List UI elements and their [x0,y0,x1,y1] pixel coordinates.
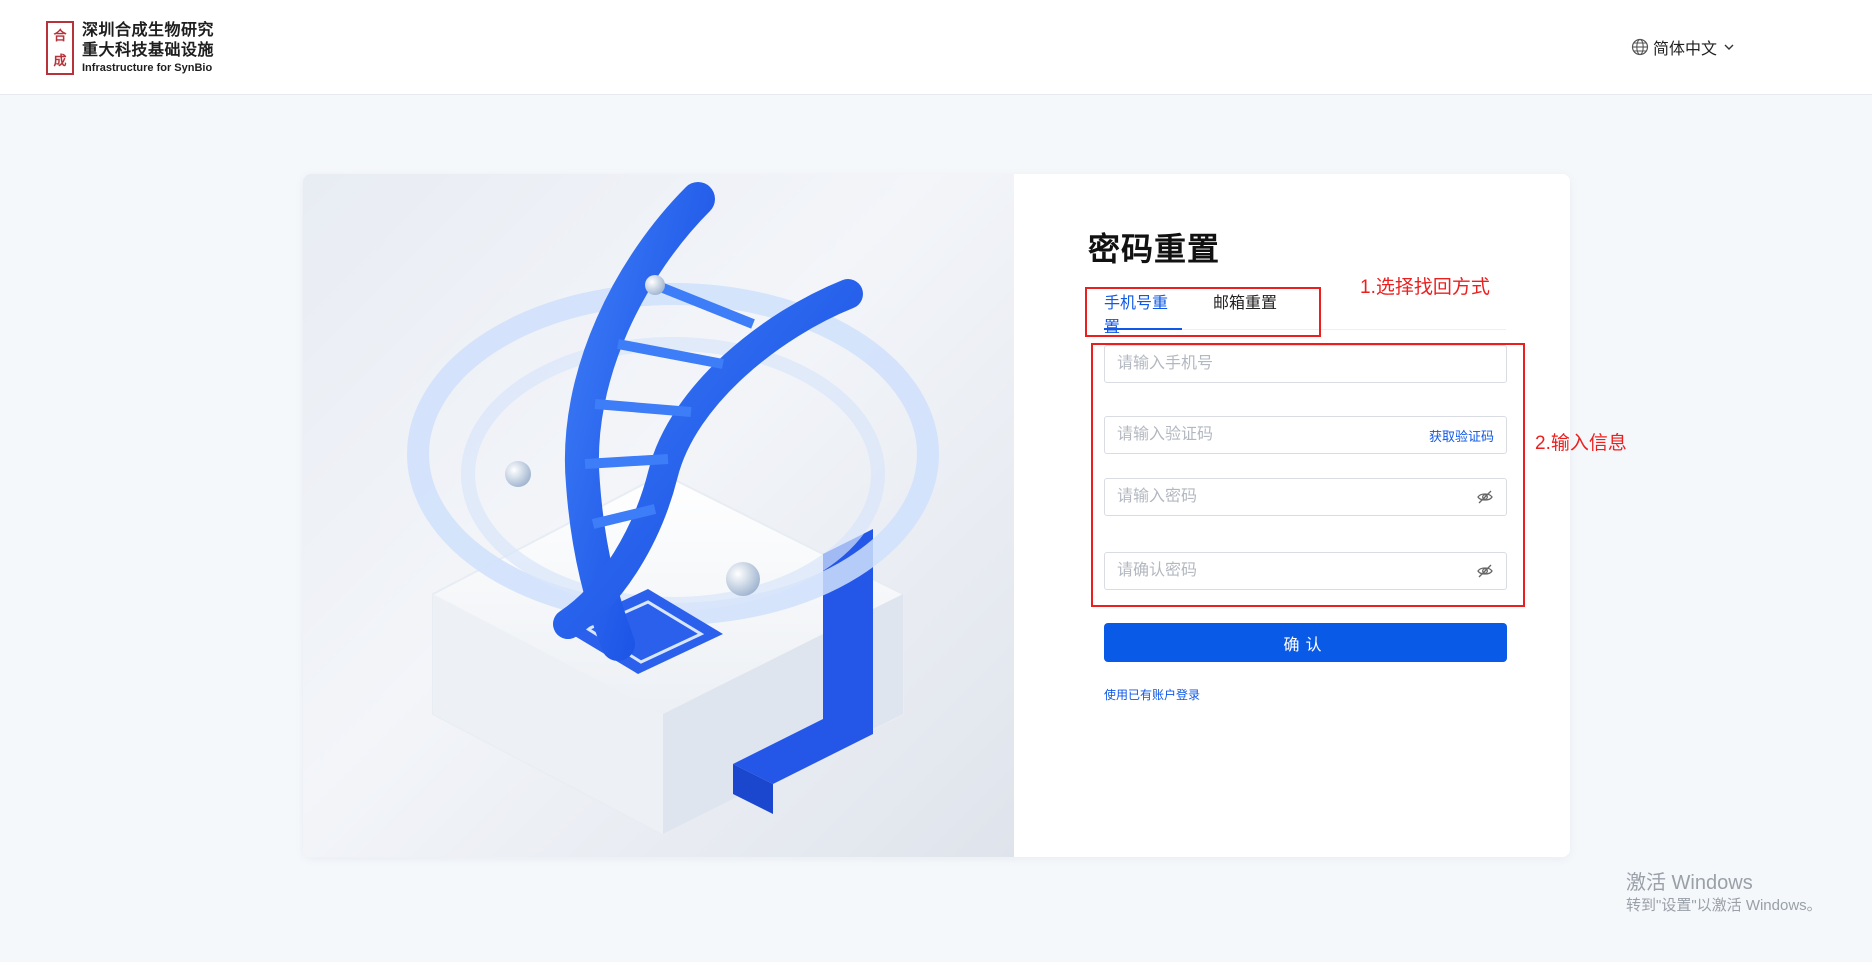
tab-phone-reset[interactable]: 手机号重置 [1104,292,1182,336]
eye-off-icon[interactable] [1476,562,1494,580]
globe-icon [1631,38,1649,56]
watermark-line-1: 激活 Windows [1626,872,1753,894]
language-selector[interactable]: 简体中文 [1631,36,1735,58]
password-field [1104,478,1507,516]
seal-char-bottom: 成 [53,53,67,68]
logo[interactable]: 合 成 深圳合成生物研究 重大科技基础设施 Infrastructure for… [46,20,214,76]
password-input[interactable] [1105,479,1476,515]
eye-off-icon[interactable] [1476,488,1494,506]
windows-activation-watermark: 激活 Windows 转到"设置"以激活 Windows。 [1626,870,1822,916]
confirm-button[interactable]: 确认 [1104,623,1507,662]
logo-line-2: 重大科技基础设施 [82,42,215,59]
seal-char-top: 合 [53,28,67,43]
chevron-down-icon [1724,44,1734,50]
seal-logo-icon: 合 成 [46,21,74,75]
tab-email-reset[interactable]: 邮箱重置 [1213,292,1277,330]
phone-field [1104,345,1507,383]
logo-line-1: 深圳合成生物研究 [82,22,215,39]
page-title: 密码重置 [1088,231,1221,267]
logo-text: 深圳合成生物研究 重大科技基础设施 Infrastructure for Syn… [82,21,214,75]
annotation-step-2: 2.输入信息 [1535,433,1627,454]
annotation-step-1: 1.选择找回方式 [1360,277,1490,298]
login-existing-account-link[interactable]: 使用已有账户登录 [1104,686,1200,703]
language-label: 简体中文 [1653,41,1718,58]
logo-line-3: Infrastructure for SynBio [82,62,213,74]
dna-helix-image [407,182,939,836]
dna-illustration [303,174,1014,857]
top-header: 合 成 深圳合成生物研究 重大科技基础设施 Infrastructure for… [0,0,1872,95]
verification-code-input[interactable] [1105,417,1429,453]
confirm-password-field [1104,552,1507,590]
watermark-line-2: 转到"设置"以激活 Windows。 [1626,897,1822,914]
get-code-button[interactable]: 获取验证码 [1429,426,1494,445]
confirm-password-input[interactable] [1105,553,1476,589]
verification-code-field: 获取验证码 [1104,416,1507,454]
phone-input[interactable] [1105,346,1506,382]
